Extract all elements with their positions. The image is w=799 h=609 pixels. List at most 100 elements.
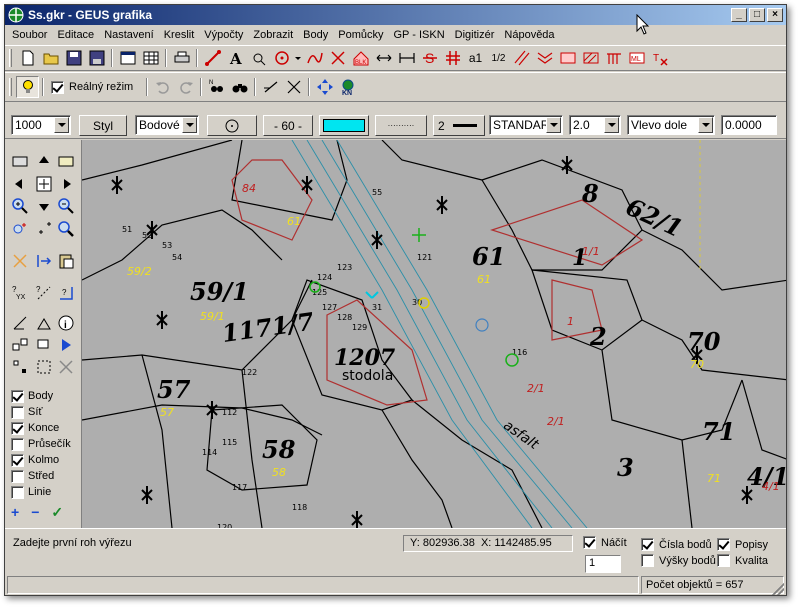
hatch-lines-icon[interactable] — [510, 47, 533, 69]
save-as-icon[interactable] — [85, 47, 108, 69]
real-mode-checkbox[interactable] — [51, 80, 64, 94]
menu-gp-iskn[interactable]: GP - ISKN — [389, 29, 450, 41]
draw-line-icon[interactable] — [201, 47, 224, 69]
fill-color-button[interactable] — [319, 115, 369, 136]
save-icon[interactable] — [62, 47, 85, 69]
text-height-combo[interactable]: 2.0 — [569, 115, 621, 135]
menu-vypocty[interactable]: Výpočty — [199, 29, 248, 41]
layer-kolmo[interactable]: Kolmo — [11, 452, 71, 468]
remove-layer-button[interactable]: − — [31, 504, 39, 521]
hash-icon[interactable] — [441, 47, 464, 69]
menu-napoveda[interactable]: Nápověda — [499, 29, 559, 41]
menu-pomucky[interactable]: Pomůcky — [333, 29, 388, 41]
layer-body[interactable]: Body — [11, 388, 71, 404]
menu-soubor[interactable]: Soubor — [7, 29, 52, 41]
nacit-toggle[interactable]: Náčít — [583, 536, 627, 549]
rect-edit-icon[interactable] — [33, 334, 55, 356]
map-canvas[interactable]: 59/1 57 58 1207 61 70 71 62/1 1171/7 1 2… — [81, 140, 787, 528]
select-rect-icon[interactable] — [33, 356, 55, 378]
window-rect-icon[interactable] — [9, 150, 31, 172]
horizontal-arrows-icon[interactable] — [372, 47, 395, 69]
table-icon[interactable] — [139, 47, 162, 69]
arrow-up-icon[interactable] — [33, 150, 55, 172]
kvalita-toggle[interactable]: Kvalita — [717, 554, 768, 567]
ml-label-icon[interactable]: ML — [625, 47, 648, 69]
arrow-down-icon[interactable] — [33, 195, 55, 217]
cadastral-map[interactable]: 59/1 57 58 1207 61 70 71 62/1 1171/7 1 2… — [82, 140, 787, 528]
play-icon[interactable] — [55, 334, 77, 356]
binoculars-icon[interactable] — [228, 76, 251, 98]
arrow-right-icon[interactable] — [55, 173, 77, 195]
window-icon[interactable] — [116, 47, 139, 69]
layer-sit[interactable]: Síť — [11, 404, 71, 420]
arrow-to-bar-icon[interactable] — [33, 250, 55, 272]
text-delete-icon[interactable]: T — [648, 47, 671, 69]
title-bar[interactable]: Ss.gkr - GEUS grafika _ □ × — [5, 5, 786, 25]
zoom-window-icon[interactable] — [55, 150, 77, 172]
add-layer-button[interactable]: + — [11, 504, 19, 521]
angle-input[interactable]: 0.0000 — [721, 115, 777, 135]
open-folder-icon[interactable] — [39, 47, 62, 69]
layer-linie[interactable]: Linie — [11, 484, 71, 500]
delete-x-icon[interactable] — [55, 356, 77, 378]
nacit-value-input[interactable]: 1 — [585, 555, 621, 573]
new-file-icon[interactable] — [16, 47, 39, 69]
menu-digitizer[interactable]: Digitizér — [450, 29, 500, 41]
add-points-icon[interactable] — [33, 218, 55, 240]
redo-icon[interactable] — [174, 76, 197, 98]
lightbulb-icon[interactable] — [16, 76, 39, 98]
layer-prusecik[interactable]: Průsečík — [11, 436, 71, 452]
layer-stred[interactable]: Střed — [11, 468, 71, 484]
dotted-line-button[interactable]: ·········· — [375, 115, 427, 136]
kn-globe-icon[interactable]: KN — [336, 76, 359, 98]
zoom-out-icon[interactable] — [55, 195, 77, 217]
close-button[interactable]: × — [767, 8, 783, 22]
zoom-small-icon[interactable] — [247, 47, 270, 69]
zoom-all-icon[interactable] — [33, 173, 55, 195]
point-symbol-button[interactable] — [207, 115, 257, 136]
line-pattern-button[interactable]: - 60 - — [263, 115, 313, 136]
move-arrows-icon[interactable] — [313, 76, 336, 98]
measure-icon[interactable]: ? — [33, 282, 55, 304]
minimize-button[interactable]: _ — [731, 8, 747, 22]
strikethrough-icon[interactable]: S — [418, 47, 441, 69]
alignment-combo[interactable]: Vlevo dole — [627, 115, 715, 135]
select-points-icon[interactable] — [9, 356, 31, 378]
fence-icon[interactable] — [602, 47, 625, 69]
menu-editace[interactable]: Editace — [52, 29, 99, 41]
line-width-button[interactable]: 2 — [433, 115, 485, 136]
circle-point-icon[interactable] — [270, 47, 293, 69]
point-type-combo[interactable]: Bodové — [135, 115, 199, 135]
menu-zobrazit[interactable]: Zobrazit — [248, 29, 298, 41]
menu-kreslit[interactable]: Kreslit — [159, 29, 200, 41]
block-icon[interactable]: BLK — [349, 47, 372, 69]
triangle-icon[interactable] — [33, 312, 55, 334]
label-a1-icon[interactable]: a1 — [464, 47, 487, 69]
angle-measure-icon[interactable]: ? — [55, 282, 77, 304]
menu-nastaveni[interactable]: Nastavení — [99, 29, 159, 41]
double-chevron-icon[interactable] — [533, 47, 556, 69]
maximize-button[interactable]: □ — [749, 8, 765, 22]
zoom-in-icon[interactable] — [9, 195, 31, 217]
fraction-icon[interactable]: 1/2 — [487, 47, 510, 69]
magnifier-icon[interactable] — [55, 218, 77, 240]
font-combo[interactable]: STANDAR — [489, 115, 563, 135]
pan-zoom-icon[interactable] — [9, 218, 31, 240]
vysky-bodu-toggle[interactable]: Výšky bodů — [641, 554, 716, 567]
undo-icon[interactable] — [151, 76, 174, 98]
curve-icon[interactable] — [303, 47, 326, 69]
slash-line-icon[interactable] — [259, 76, 282, 98]
text-icon[interactable]: A — [224, 47, 247, 69]
triangle-angle-icon[interactable] — [9, 312, 31, 334]
resize-grip[interactable] — [772, 583, 784, 595]
info-icon[interactable]: i — [55, 312, 77, 334]
intersect-lines-icon[interactable] — [282, 76, 305, 98]
coord-yx-icon[interactable]: ? YX — [9, 282, 31, 304]
find-label-icon[interactable]: N — [205, 76, 228, 98]
arrow-left-icon[interactable] — [9, 173, 31, 195]
confirm-button[interactable]: ✓ — [51, 504, 63, 521]
scale-combo[interactable]: 1000 — [11, 115, 71, 135]
hatch-area-icon[interactable] — [579, 47, 602, 69]
dimension-icon[interactable] — [395, 47, 418, 69]
layer-konce[interactable]: Konce — [11, 420, 71, 436]
